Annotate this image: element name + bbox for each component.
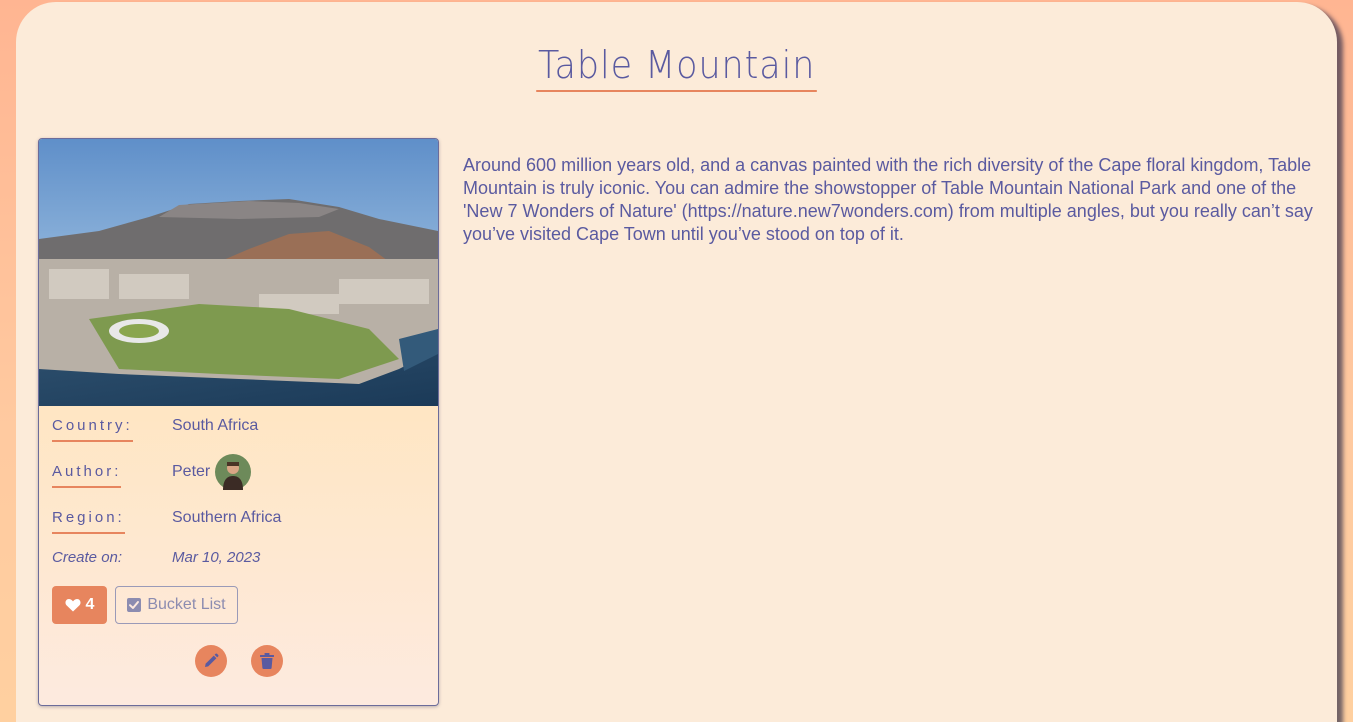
checkbox-icon	[127, 598, 142, 612]
delete-button[interactable]	[251, 645, 283, 677]
author-value: Peter	[172, 463, 211, 480]
heart-icon	[65, 599, 81, 612]
created-label: Create on:	[52, 549, 123, 566]
place-description: Around 600 million years old, and a canv…	[463, 155, 1313, 244]
trash-icon	[260, 653, 274, 669]
created-field: Create on: Mar 10, 2023	[52, 549, 260, 566]
edit-button[interactable]	[195, 645, 227, 677]
created-value: Mar 10, 2023	[172, 549, 261, 566]
author-label: Author:	[52, 463, 122, 488]
region-label: Region:	[52, 509, 125, 534]
place-card: Country: South Africa Author: Peter Regi…	[38, 138, 439, 706]
page-title-text: Table Mountain	[536, 42, 817, 92]
page-title: Table Mountain	[16, 42, 1337, 92]
country-value: South Africa	[172, 417, 259, 434]
pencil-icon	[205, 653, 219, 667]
country-label: Country:	[52, 417, 133, 442]
author-avatar[interactable]	[215, 454, 251, 490]
place-photo	[39, 139, 438, 406]
content-panel: Table Mountain Country: South Africa Aut…	[16, 2, 1337, 722]
bucket-list-button[interactable]: Bucket List	[115, 586, 238, 624]
like-button[interactable]: 4	[52, 586, 107, 624]
region-value: Southern Africa	[172, 509, 282, 526]
bucket-list-label: Bucket List	[147, 596, 226, 613]
like-count: 4	[85, 596, 95, 613]
